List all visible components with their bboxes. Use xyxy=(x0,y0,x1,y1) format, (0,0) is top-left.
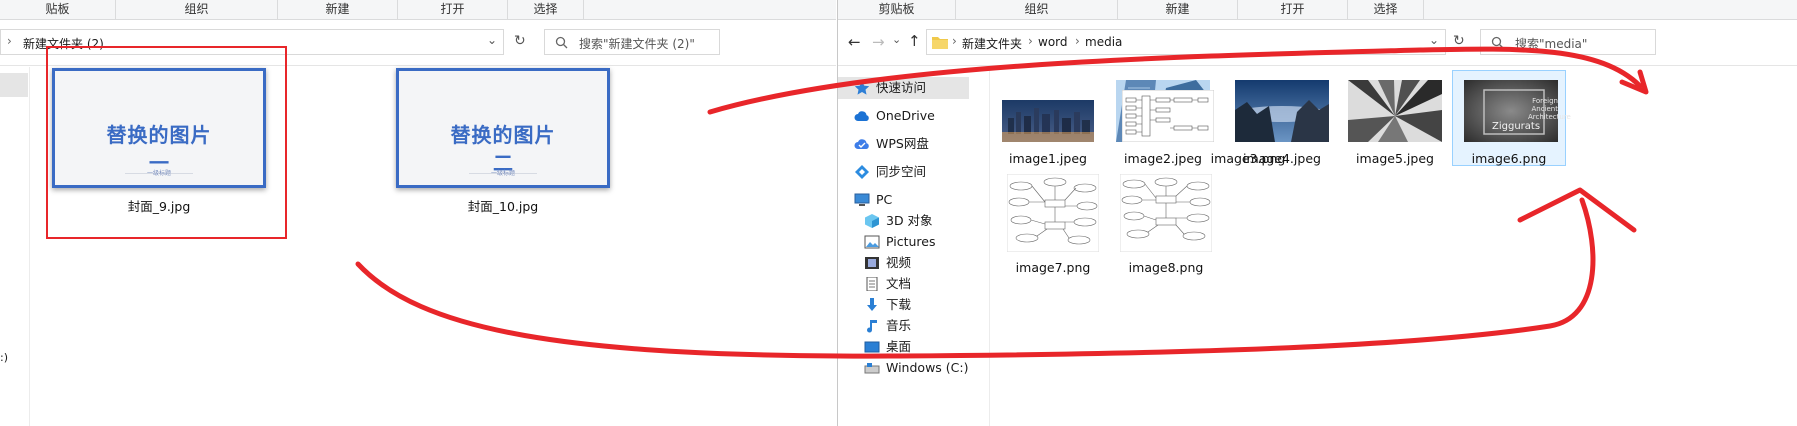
refresh-button[interactable]: ↻ xyxy=(507,29,533,55)
ribbon-new-label: 新建 xyxy=(278,0,398,20)
ribbon-select-label: 选择 xyxy=(1348,0,1424,20)
video-icon xyxy=(865,257,879,269)
cloud-icon xyxy=(854,111,869,121)
file-thumbnail xyxy=(1348,80,1442,142)
ribbon-group-labels: 贴板 组织 新建 打开 选择 xyxy=(0,0,836,20)
recent-locations-icon[interactable]: ⌄ xyxy=(892,33,901,46)
computer-icon xyxy=(854,193,870,206)
ribbon-open-label: 打开 xyxy=(398,0,508,20)
cube-icon xyxy=(865,214,879,228)
back-button[interactable]: ← xyxy=(848,33,861,51)
nav-selected-item[interactable] xyxy=(0,73,28,97)
caption-line: Foreign xyxy=(1532,97,1558,105)
file-name: image6.png xyxy=(1471,151,1547,166)
nav-drive-fragment[interactable]: :) xyxy=(0,351,8,364)
address-dropdown-icon[interactable]: ⌄ xyxy=(487,33,497,47)
search-placeholder: 搜索"media" xyxy=(1515,37,1588,51)
sync-icon xyxy=(855,165,869,179)
breadcrumb-item[interactable]: media xyxy=(1085,35,1122,49)
wps-cloud-icon xyxy=(854,139,869,149)
right-explorer-window: 剪贴板 组织 新建 打开 选择 ← → ⌄ ↑ › 新建文件夹 › word ›… xyxy=(837,0,1797,426)
ribbon-clipboard-label: 剪贴板 xyxy=(838,0,956,20)
caption-line: Ancient xyxy=(1531,105,1558,113)
nav-label: OneDrive xyxy=(876,108,935,123)
file-thumbnail xyxy=(1235,80,1329,142)
ribbon-new-label: 新建 xyxy=(1118,0,1238,20)
file-thumbnail xyxy=(1007,174,1099,252)
nav-pane: 快速访问 OneDrive WPS网盘 同步空间 PC 3D 对象 Pictur… xyxy=(838,67,990,426)
slide-subtitle: 一级标题 xyxy=(490,170,515,177)
file-name: image7.png xyxy=(1015,260,1091,275)
music-icon xyxy=(867,320,877,333)
ribbon-group-labels: 剪贴板 组织 新建 打开 选择 xyxy=(838,0,1797,20)
address-dropdown-icon[interactable]: ⌄ xyxy=(1429,33,1439,47)
breadcrumb-item[interactable]: word xyxy=(1038,35,1068,49)
file-thumbnail xyxy=(1002,100,1094,142)
breadcrumb-separator[interactable]: › xyxy=(952,34,957,48)
file-thumbnail: 替换的图片 二 一级标题 xyxy=(396,68,610,188)
download-icon xyxy=(867,298,877,311)
star-icon xyxy=(854,81,870,95)
thumbnail-caption: Foreign Ancient Architecture xyxy=(1528,97,1571,121)
file-thumbnail xyxy=(1120,174,1212,252)
refresh-button[interactable]: ↻ xyxy=(1448,29,1474,55)
search-box[interactable]: 搜索"新建文件夹 (2)" xyxy=(544,29,720,55)
refresh-icon: ↻ xyxy=(514,33,526,49)
nav-label: Windows (C:) xyxy=(886,360,969,375)
search-box[interactable]: 搜索"media" xyxy=(1480,29,1656,55)
search-placeholder: 搜索"新建文件夹 (2)" xyxy=(579,37,695,51)
breadcrumb-separator[interactable]: › xyxy=(1028,34,1033,48)
forward-button[interactable]: → xyxy=(872,33,885,51)
ribbon-clipboard-label: 贴板 xyxy=(0,0,116,20)
nav-label: 快速访问 xyxy=(876,80,927,95)
breadcrumb-chevron-icon[interactable]: › xyxy=(7,34,12,48)
folder-icon xyxy=(932,37,948,49)
address-row: ← → ⌄ ↑ › 新建文件夹 › word › media ⌄ ↻ 搜索"me… xyxy=(838,20,1797,66)
caption-line: Architecture xyxy=(1528,113,1571,121)
search-icon xyxy=(555,36,568,49)
breadcrumb-item[interactable]: 新建文件夹 xyxy=(962,35,1022,52)
nav-label: 同步空间 xyxy=(876,164,927,179)
file-name: image4.jpeg xyxy=(1243,151,1321,166)
ribbon-open-label: 打开 xyxy=(1238,0,1348,20)
ribbon-organize-label: 组织 xyxy=(116,0,278,20)
red-highlight-box xyxy=(46,46,287,239)
breadcrumb-separator[interactable]: › xyxy=(1075,34,1080,48)
file-name: image8.png xyxy=(1128,260,1204,275)
file-name: image5.jpeg xyxy=(1356,151,1434,166)
file-thumbnail xyxy=(1122,90,1214,142)
search-icon xyxy=(1491,36,1504,49)
ribbon-select-label: 选择 xyxy=(508,0,584,20)
ribbon-organize-label: 组织 xyxy=(956,0,1118,20)
desktop-icon xyxy=(864,341,880,353)
left-explorer-window: 贴板 组织 新建 打开 选择 › 新建文件夹 (2) ⌄ ↻ 搜索"新建文件夹 … xyxy=(0,0,836,426)
drive-icon xyxy=(864,363,880,374)
file-name: 封面_10.jpg xyxy=(467,199,539,214)
thumbnail-caption-title: Ziggurats xyxy=(1492,121,1541,132)
document-icon xyxy=(866,277,878,291)
address-bar[interactable]: › 新建文件夹 › word › media ⌄ xyxy=(926,29,1446,55)
slide-title: 替换的图片 xyxy=(450,123,556,147)
refresh-icon: ↻ xyxy=(1453,33,1465,49)
nav-label: WPS网盘 xyxy=(876,136,929,151)
nav-pane: :) xyxy=(0,67,30,426)
pictures-icon xyxy=(864,235,880,249)
up-button[interactable]: ↑ xyxy=(908,32,921,50)
file-name: image1.jpeg xyxy=(1009,151,1087,166)
